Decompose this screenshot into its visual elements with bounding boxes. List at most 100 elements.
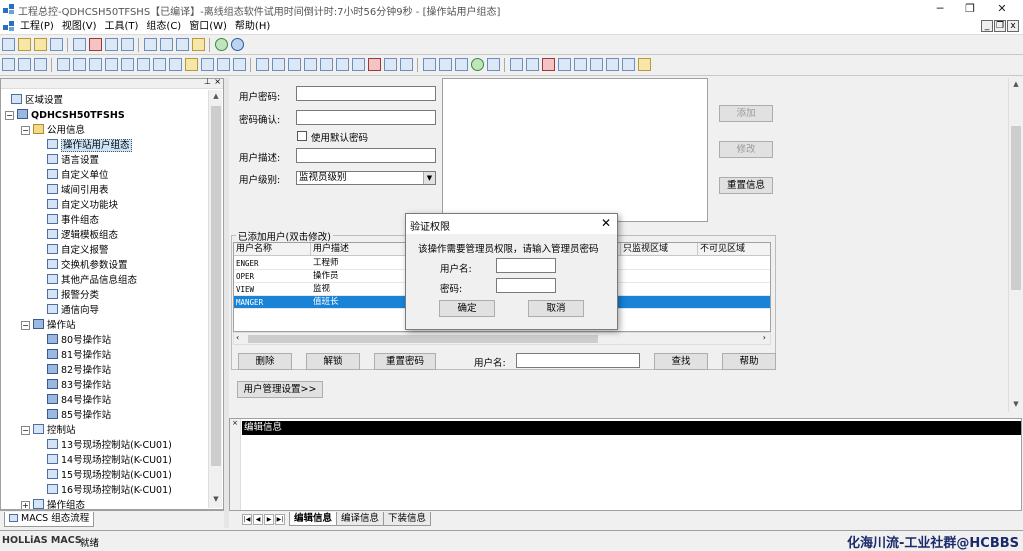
tree-item-controller[interactable]: 15号现场控制站(K-CU01) (47, 468, 172, 483)
check-icon[interactable] (215, 38, 228, 51)
window-icon[interactable] (352, 58, 365, 71)
tree-item-operator-stations[interactable]: − 操作站 (21, 318, 76, 333)
col-header-monitor-region[interactable]: 只监视区域 (621, 243, 698, 256)
reset-info-button[interactable]: 重置信息 (719, 177, 773, 194)
mdi-minimize-button[interactable]: _ (981, 20, 993, 32)
menu-project[interactable]: 工程(P) (16, 18, 58, 35)
tree-item-alarm-category[interactable]: 报警分类 (47, 288, 99, 303)
tree-item-station[interactable]: 85号操作站 (47, 408, 111, 423)
scroll-down-icon[interactable]: ▼ (209, 495, 223, 503)
collapse-icon[interactable]: − (21, 426, 30, 435)
scroll-right-icon[interactable]: › (763, 333, 766, 342)
tree-item-station-user-config[interactable]: 操作站用户组态 (47, 138, 132, 153)
tree-scroll-thumb[interactable] (211, 106, 221, 466)
collapse-icon[interactable]: − (5, 111, 14, 120)
scroll-up-icon[interactable]: ▲ (209, 92, 223, 100)
confirm-password-input[interactable] (296, 110, 436, 125)
tree-item-station[interactable]: 80号操作站 (47, 333, 111, 348)
tree-item-custom-block[interactable]: 自定义功能块 (47, 198, 118, 213)
split-icon[interactable] (487, 58, 500, 71)
tree-item-public-info[interactable]: − 公用信息 (21, 123, 85, 138)
user-management-settings-button[interactable]: 用户管理设置>> (237, 381, 323, 398)
search-icon[interactable] (558, 58, 571, 71)
graph-icon[interactable] (137, 58, 150, 71)
reset-password-button[interactable]: 重置密码 (374, 353, 436, 370)
col-header-username[interactable]: 用户名称 (234, 243, 311, 256)
user-level-select[interactable]: 监视员级别 ▼ (296, 171, 436, 185)
station-icon[interactable] (18, 58, 31, 71)
scroll-left-icon[interactable]: ‹ (236, 333, 239, 342)
layout-icon[interactable] (471, 58, 484, 71)
open-project-icon[interactable] (34, 38, 47, 51)
modify-button[interactable]: 修改 (719, 141, 773, 158)
tree-pin-icon[interactable]: ⊥ (204, 77, 211, 86)
dialog-password-input[interactable] (496, 278, 556, 293)
page-icon[interactable] (233, 58, 246, 71)
tree-item-other-products[interactable]: 其他产品信息组态 (47, 273, 137, 288)
user-desc-input[interactable] (296, 148, 436, 163)
find-button[interactable]: 查找 (654, 353, 708, 370)
tree-item-event-config[interactable]: 事件组态 (47, 213, 99, 228)
compile-icon[interactable] (160, 38, 173, 51)
report-icon[interactable] (622, 58, 635, 71)
next-tab-icon[interactable]: ▶ (264, 514, 274, 525)
tree-item-region[interactable]: 区域设置 (11, 93, 63, 108)
grid-icon[interactable] (288, 58, 301, 71)
close-button[interactable]: ✕ (987, 0, 1017, 18)
expand-icon[interactable]: + (21, 501, 30, 509)
dialog-close-icon[interactable]: ✕ (601, 216, 611, 230)
tree-item-station[interactable]: 83号操作站 (47, 378, 111, 393)
mdi-restore-button[interactable]: ❐ (994, 20, 1006, 32)
tab-macs-flow[interactable]: MACS 组态流程 (4, 512, 95, 527)
draw-icon[interactable] (256, 58, 269, 71)
tree-scrollbar[interactable]: ▲ ▼ (208, 90, 222, 508)
edit-icon[interactable] (272, 58, 285, 71)
tab-download-info[interactable]: 下装信息 (383, 512, 432, 526)
tree-item-logic-template[interactable]: 逻辑模板组态 (47, 228, 118, 243)
tree-item-custom-alarm[interactable]: 自定义报警 (47, 243, 109, 258)
dialog-ok-button[interactable]: 确定 (439, 300, 495, 317)
users-scroll-thumb[interactable] (248, 335, 598, 343)
password-input[interactable] (296, 86, 436, 101)
users-icon[interactable] (192, 38, 205, 51)
add-button[interactable]: 添加 (719, 105, 773, 122)
link-icon[interactable] (384, 58, 397, 71)
tree-item-station[interactable]: 82号操作站 (47, 363, 111, 378)
delete-icon[interactable] (50, 38, 63, 51)
list-icon[interactable] (320, 58, 333, 71)
menu-config[interactable]: 组态(C) (142, 18, 185, 35)
tree-item-control-stations[interactable]: − 控制站 (21, 423, 76, 438)
info-icon[interactable] (231, 38, 244, 51)
io-icon[interactable] (57, 58, 70, 71)
tree-item-comm-wizard[interactable]: 通信向导 (47, 303, 99, 318)
tools-icon[interactable] (638, 58, 651, 71)
help-button[interactable]: 帮助 (722, 353, 776, 370)
export-icon[interactable] (590, 58, 603, 71)
tree-item-switch-params[interactable]: 交换机参数设置 (47, 258, 128, 273)
main-scroll-thumb[interactable] (1011, 126, 1021, 290)
tree-item-project[interactable]: − QDHCSH50TFSHS (5, 108, 125, 123)
copy-icon[interactable] (105, 38, 118, 51)
doc-icon[interactable] (217, 58, 230, 71)
search-username-input[interactable] (516, 353, 640, 368)
tree-item-controller[interactable]: 13号现场控制站(K-CU01) (47, 438, 172, 453)
network-icon[interactable] (73, 58, 86, 71)
prev-tab-icon[interactable]: ◀ (253, 514, 263, 525)
delete-button[interactable]: 删除 (238, 353, 292, 370)
tree-item-controller[interactable]: 16号现场控制站(K-CU01) (47, 483, 172, 498)
menu-view[interactable]: 视图(V) (58, 18, 101, 35)
save-all-icon[interactable] (89, 38, 102, 51)
dialog-username-input[interactable] (496, 258, 556, 273)
person-icon[interactable] (185, 58, 198, 71)
col-header-invisible-region[interactable]: 不可见区域 (698, 243, 770, 256)
chart-icon[interactable] (169, 58, 182, 71)
tree-item-controller[interactable]: 14号现场控制站(K-CU01) (47, 453, 172, 468)
scroll-up-icon[interactable]: ▲ (1009, 80, 1023, 88)
columns-icon[interactable] (510, 58, 523, 71)
tree-close-icon[interactable]: × (214, 77, 221, 86)
tree-item-custom-unit[interactable]: 自定义单位 (47, 168, 109, 183)
scroll-down-icon[interactable]: ▼ (1009, 400, 1023, 408)
tab-compile-info[interactable]: 编译信息 (336, 512, 385, 526)
panel-icon[interactable] (400, 58, 413, 71)
import-icon[interactable] (606, 58, 619, 71)
